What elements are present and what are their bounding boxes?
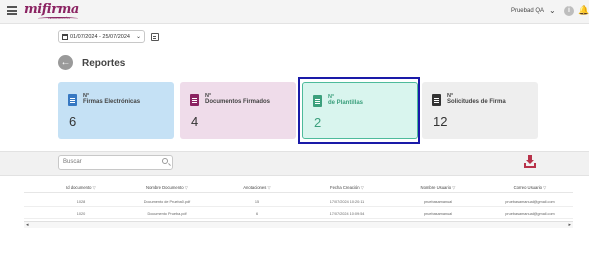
document-icon [68, 94, 77, 106]
scroll-right-icon[interactable]: ▸ [568, 222, 571, 228]
signed-document-icon [190, 94, 199, 106]
filter-icon: ▽ [92, 185, 96, 190]
table-cell: 15 [254, 200, 260, 204]
table-cell: 6 [255, 212, 259, 216]
card-firmas-electronicas[interactable]: N° Firmas Electrónicas 6 [58, 82, 174, 139]
info-icon[interactable]: i [564, 6, 574, 16]
card-value: 4 [191, 114, 199, 129]
top-bar: mifirma LEGALIZACIÓN Pruebad QA ⌄ i 🔔 [0, 0, 589, 24]
filter-icon: ▽ [360, 185, 364, 190]
card-plantillas[interactable]: N° de Plantillas 2 [302, 82, 418, 139]
column-header[interactable]: Id documento ▽ [66, 185, 96, 190]
download-tray [524, 163, 536, 168]
logo-subtext: LEGALIZACIÓN [48, 16, 70, 20]
card-label: Documentos Firmados [205, 99, 271, 105]
chevron-down-icon: ⌄ [135, 34, 141, 40]
table-row[interactable]: 1020 Documento Prueba.pdf 6 17/07/2024 1… [24, 209, 573, 219]
card-label: de Plantillas [328, 100, 364, 106]
horizontal-scrollbar[interactable]: ◂ ▸ [24, 221, 573, 228]
filter-icon: ▽ [452, 185, 456, 190]
chevron-down-icon[interactable]: ⌄ [549, 6, 556, 15]
back-button[interactable]: ← [58, 55, 73, 70]
table-cell: 1028 [76, 200, 86, 204]
table-cell: Documento de Prueba0.pdf [143, 200, 191, 204]
card-value: 12 [433, 114, 448, 129]
column-header[interactable]: Nombre Documento ▽ [146, 185, 188, 190]
card-value: 2 [314, 115, 322, 130]
card-label: Firmas Electrónicas [83, 99, 141, 105]
signature-request-icon [432, 94, 441, 106]
table-cell: 1020 [76, 212, 86, 216]
filter-icon: ▽ [267, 185, 271, 190]
table-cell: 17/07/2024 10:09:54 [329, 212, 365, 216]
logo[interactable]: mifirma LEGALIZACIÓN [24, 2, 82, 22]
column-header[interactable]: Anotaciones ▽ [243, 185, 270, 190]
search-input[interactable]: Buscar [58, 155, 173, 170]
card-value: 6 [69, 114, 77, 129]
table-cell: pruebasamanual@gmail.com [505, 200, 555, 204]
table-cell: pruebasamanual@gmail.com [505, 212, 555, 216]
logo-text: mifirma [24, 2, 79, 17]
table-header: Id documento ▽ Nombre Documento ▽ Anotac… [24, 183, 573, 193]
card-solicitudes-firma[interactable]: N° Solicitudes de Firma 12 [422, 82, 538, 139]
scroll-left-icon[interactable]: ◂ [26, 222, 29, 228]
download-icon[interactable] [524, 155, 536, 168]
table-cell: 17/07/2024 10:20:11 [329, 200, 365, 204]
column-header[interactable]: Nombre Usuario ▽ [421, 185, 456, 190]
table-cell: pruebasamanual [423, 200, 453, 204]
card-label: Solicitudes de Firma [447, 99, 506, 105]
page-title: Reportes [82, 58, 126, 69]
hamburger-menu-icon[interactable] [7, 6, 17, 15]
table-row[interactable]: 1028 Documento de Prueba0.pdf 15 17/07/2… [24, 197, 573, 207]
column-header[interactable]: Correo Usuario ▽ [514, 185, 547, 190]
table-cell: Documento Prueba.pdf [147, 212, 187, 216]
search-icon[interactable] [162, 158, 168, 164]
date-range-picker[interactable]: 01/07/2024 - 25/07/2024 ⌄ [58, 30, 145, 43]
calendar-icon [62, 33, 68, 40]
template-icon [313, 95, 322, 107]
user-name[interactable]: Pruebad QA [511, 8, 544, 14]
export-icon[interactable] [151, 33, 159, 41]
filter-icon: ▽ [184, 185, 188, 190]
bell-icon[interactable]: 🔔 [578, 5, 589, 16]
filter-icon: ▽ [543, 185, 547, 190]
card-documentos-firmados[interactable]: N° Documentos Firmados 4 [180, 82, 296, 139]
date-range-value: 01/07/2024 - 25/07/2024 [70, 33, 130, 40]
table-cell: pruebasamanual [423, 212, 453, 216]
column-header[interactable]: Fecha Creación ▽ [330, 185, 364, 190]
